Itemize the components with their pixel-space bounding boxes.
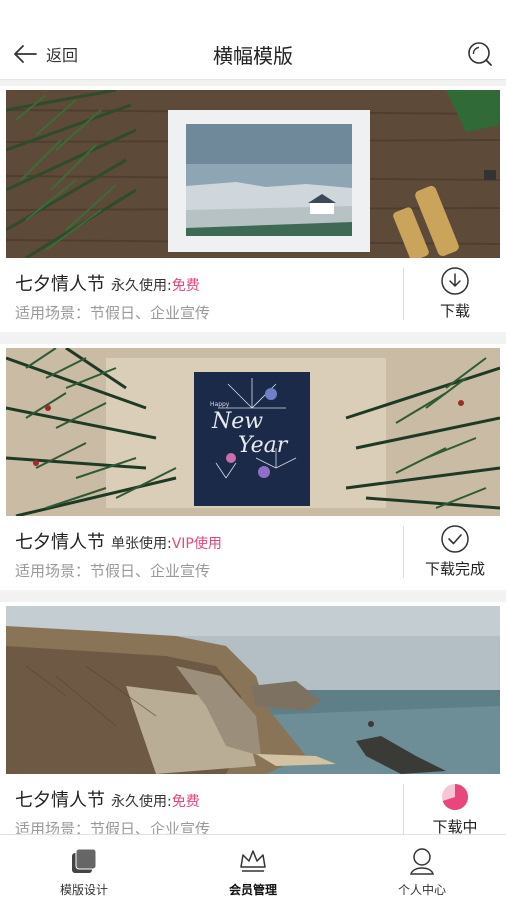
usage-label: 永久使用: [111, 794, 172, 810]
template-card[interactable]: Happy New Year 七夕情人节 单张使用:VIP使用 适用场景：节假日、… [0, 344, 506, 590]
template-thumbnail[interactable] [6, 90, 500, 258]
download-icon [441, 267, 469, 295]
tab-template-design[interactable]: 模版设计 [0, 835, 168, 900]
usage-info: 单张使用:VIP使用 [111, 536, 222, 552]
download-complete-button[interactable]: 下载完成 [404, 522, 506, 584]
template-card[interactable]: 七夕情人节 永久使用:免费 适用场景：节假日、企业宣传 下载中 [0, 602, 506, 848]
template-name-row: 七夕情人节 单张使用:VIP使用 [15, 528, 222, 554]
user-icon [410, 848, 434, 875]
downloading-indicator[interactable]: 下载中 [404, 780, 506, 842]
action-label: 下载 [439, 302, 470, 320]
crown-icon [240, 850, 266, 872]
tab-label: 个人中心 [397, 883, 446, 897]
wood-table-photo [6, 90, 500, 258]
progress-pie-icon [442, 784, 468, 810]
coastline-photo [6, 606, 500, 774]
tab-label: 会员管理 [228, 883, 277, 897]
layers-icon [72, 848, 97, 873]
usage-value: 免费 [171, 278, 200, 294]
scene-text: 适用场景：节假日、企业宣传 [15, 562, 211, 580]
page-title: 横幅模版 [213, 44, 293, 68]
scene-text: 适用场景：节假日、企业宣传 [15, 304, 211, 322]
usage-info: 永久使用:免费 [111, 278, 200, 294]
template-thumbnail[interactable] [6, 606, 500, 774]
download-button[interactable]: 下载 [404, 264, 506, 326]
search-icon[interactable] [466, 40, 494, 68]
template-name: 七夕情人节 [15, 274, 105, 295]
card-text-small: Happy [210, 401, 230, 408]
usage-info: 永久使用:免费 [111, 794, 200, 810]
template-name-row: 七夕情人节 永久使用:免费 [15, 270, 200, 296]
tab-personal-center[interactable]: 个人中心 [338, 835, 506, 900]
template-info: 七夕情人节 单张使用:VIP使用 适用场景：节假日、企业宣传 下载完成 [0, 516, 506, 590]
usage-label: 单张使用: [111, 536, 172, 552]
header: 返回 横幅模版 [0, 28, 506, 80]
card-text-line2: Year [238, 433, 289, 458]
card-text-line1: New [211, 409, 263, 434]
usage-value: 免费 [171, 794, 200, 810]
template-name-row: 七夕情人节 永久使用:免费 [15, 786, 200, 812]
tab-member-management[interactable]: 会员管理 [169, 835, 337, 900]
template-info: 七夕情人节 永久使用:免费 适用场景：节假日、企业宣传 下载 [0, 258, 506, 332]
new-year-card-photo: Happy New Year [6, 348, 500, 516]
template-card[interactable]: 七夕情人节 永久使用:免费 适用场景：节假日、企业宣传 下载 [0, 86, 506, 332]
usage-label: 永久使用: [111, 278, 172, 294]
status-bar [0, 0, 506, 28]
template-thumbnail[interactable]: Happy New Year [6, 348, 500, 516]
check-circle-icon [441, 525, 469, 553]
action-label: 下载完成 [424, 560, 485, 578]
usage-value: VIP使用 [171, 536, 222, 552]
template-name: 七夕情人节 [15, 790, 105, 811]
tab-label: 模版设计 [59, 883, 108, 897]
template-name: 七夕情人节 [15, 532, 105, 553]
bottom-tab-bar: 模版设计 会员管理 个人中心 [0, 834, 506, 900]
